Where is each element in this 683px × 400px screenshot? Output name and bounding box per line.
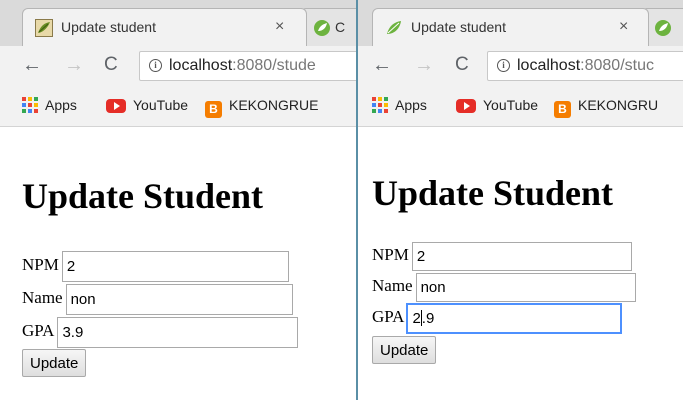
leaf-tile-icon — [35, 19, 53, 37]
update-button[interactable]: Update — [372, 336, 437, 364]
gpa-input[interactable]: 2.9 — [406, 303, 623, 334]
bookmarks-bar: Apps YouTube B KEKONGRU — [358, 86, 683, 127]
page-title: Update Student — [22, 176, 264, 216]
browser-toolbar: ← → C i localhost:8080/stuc — [358, 46, 683, 86]
bookmark-blogger[interactable]: B KEKONGRUE — [205, 97, 318, 118]
youtube-icon — [106, 99, 126, 113]
npm-label: NPM — [22, 255, 59, 275]
name-input[interactable] — [415, 273, 636, 302]
bookmark-label: YouTube — [133, 97, 189, 113]
bookmark-label: YouTube — [483, 97, 539, 113]
close-tab-icon[interactable]: × — [275, 18, 284, 36]
gpa-input[interactable] — [57, 317, 299, 348]
gpa-row: GPA — [22, 317, 299, 348]
bookmark-youtube[interactable]: YouTube — [456, 97, 538, 113]
name-row: Name — [372, 273, 636, 302]
bookmark-apps[interactable]: Apps — [22, 97, 77, 113]
url-rest: :8080/stuc — [580, 57, 654, 74]
gpa-value-after-caret: .9 — [421, 310, 435, 327]
update-button[interactable]: Update — [22, 349, 87, 377]
tab-title: Update student — [61, 19, 156, 35]
name-label: Name — [22, 288, 63, 308]
page-content: Update Student NPM Name GPA2.9 Update — [358, 127, 683, 400]
tab-update-student[interactable]: Update student × — [22, 8, 307, 46]
close-tab-icon[interactable]: × — [619, 18, 628, 36]
tab-strip: Update student × — [358, 0, 683, 46]
reload-icon[interactable]: C — [455, 54, 469, 76]
name-label: Name — [372, 276, 413, 296]
bookmark-label: KEKONGRU — [578, 97, 659, 113]
npm-row: NPM — [22, 251, 289, 282]
tab-title: C — [335, 19, 346, 35]
browser-toolbar: ← → C i localhost:8080/stude — [0, 46, 356, 86]
gpa-row: GPA 2.9 — [372, 303, 623, 334]
info-icon[interactable]: i — [149, 59, 162, 72]
browser-window-left: C Update student × ← → C i localhost:808… — [0, 0, 356, 400]
spring-icon — [387, 21, 401, 34]
forward-arrow-icon[interactable]: → — [414, 54, 434, 77]
npm-input[interactable] — [411, 242, 632, 271]
spring-icon — [655, 20, 671, 36]
name-input[interactable] — [65, 284, 293, 315]
page-title: Update Student — [372, 173, 614, 213]
blogger-icon: B — [554, 101, 571, 118]
bookmark-label: Apps — [45, 97, 77, 113]
tab-next[interactable]: C — [300, 8, 356, 46]
apps-grid-icon — [22, 97, 38, 113]
bookmark-youtube[interactable]: YouTube — [106, 97, 188, 113]
bookmark-label: KEKONGRUE — [229, 97, 319, 113]
bookmark-label: Apps — [395, 97, 427, 113]
browser-window-right: Update student × ← → C i localhost:8080/… — [358, 0, 683, 400]
url-host: localhost — [169, 57, 233, 74]
bookmarks-bar: Apps YouTube B KEKONGRUE — [0, 86, 356, 127]
address-bar[interactable]: i localhost:8080/stude — [139, 51, 356, 81]
bookmark-apps[interactable]: Apps — [372, 97, 427, 113]
address-bar[interactable]: i localhost:8080/stuc — [487, 51, 683, 81]
youtube-icon — [456, 99, 476, 113]
reload-icon[interactable]: C — [104, 54, 118, 76]
gpa-label: GPA — [22, 321, 55, 341]
url-host: localhost — [517, 57, 581, 74]
page-content: Update Student NPM Name GPA Update — [0, 127, 356, 400]
gpa-value-before-caret: 2 — [412, 310, 421, 327]
url-rest: :8080/stude — [232, 57, 316, 74]
tab-title: Update student — [411, 19, 506, 35]
spring-icon — [314, 20, 330, 36]
tab-update-student[interactable]: Update student × — [372, 8, 649, 46]
name-row: Name — [22, 284, 293, 315]
npm-label: NPM — [372, 245, 409, 265]
back-arrow-icon[interactable]: ← — [22, 54, 42, 77]
url-text: localhost:8080/stuc — [517, 57, 654, 75]
info-icon[interactable]: i — [497, 59, 510, 72]
npm-row: NPM — [372, 242, 632, 271]
npm-input[interactable] — [61, 251, 289, 282]
back-arrow-icon[interactable]: ← — [372, 54, 392, 77]
forward-arrow-icon[interactable]: → — [64, 54, 84, 77]
url-text: localhost:8080/stude — [169, 57, 316, 75]
bookmark-blogger[interactable]: B KEKONGRU — [554, 97, 658, 118]
tab-strip: C Update student × — [0, 0, 356, 46]
gpa-label: GPA — [372, 307, 405, 327]
apps-grid-icon — [372, 97, 388, 113]
blogger-icon: B — [205, 101, 222, 118]
